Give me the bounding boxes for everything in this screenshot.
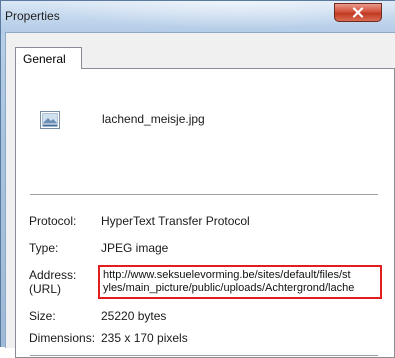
properties-window: Properties General lachend_meisje.jpg Pr… [0, 0, 395, 358]
title-bar[interactable]: Properties [1, 1, 395, 33]
address-value-line2: yles/main_picture/public/uploads/Achterg… [103, 282, 355, 294]
close-icon [352, 7, 364, 18]
separator [30, 355, 378, 357]
tab-general[interactable]: General [15, 47, 82, 69]
dialog-body: General lachend_meisje.jpg Protocol: Hyp… [5, 32, 395, 358]
general-panel: lachend_meisje.jpg Protocol: HyperText T… [15, 68, 395, 358]
dimensions-value: 235 x 170 pixels [101, 331, 188, 345]
type-value: JPEG image [101, 241, 169, 255]
dimensions-label: Dimensions: [29, 331, 96, 345]
type-label: Type: [29, 241, 59, 255]
address-url-field[interactable]: http://www.seksuelevorming.be/sites/defa… [98, 265, 382, 299]
protocol-label: Protocol: [29, 214, 77, 228]
protocol-value: HyperText Transfer Protocol [101, 214, 250, 228]
window-title: Properties [5, 9, 60, 23]
address-label-line2: (URL) [29, 282, 61, 296]
image-file-icon [40, 111, 60, 129]
address-label: Address: (URL) [29, 268, 76, 296]
size-value: 25220 bytes [101, 309, 167, 323]
file-name: lachend_meisje.jpg [102, 112, 205, 126]
separator [30, 194, 378, 196]
address-value-line1: http://www.seksuelevorming.be/sites/defa… [103, 269, 351, 281]
size-label: Size: [29, 309, 56, 323]
address-label-line1: Address: [29, 268, 77, 282]
close-button[interactable] [334, 3, 382, 22]
